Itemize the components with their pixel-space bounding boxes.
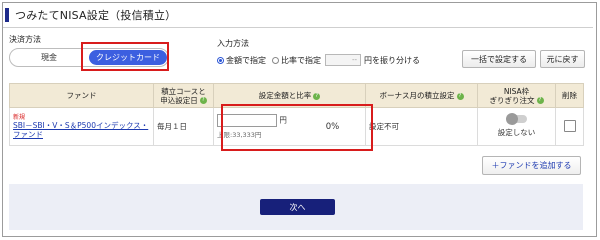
input-method-label: 入力方法 <box>217 39 249 48</box>
page-title-text: つみたてNISA設定（投信積立） <box>15 9 177 22</box>
delete-cell <box>555 107 584 146</box>
add-fund-button[interactable]: ＋ファンドを追加する <box>482 156 581 175</box>
nisa-toggle-switch[interactable] <box>505 113 527 125</box>
header-course: 積立コースと 申込設定日? <box>153 83 214 108</box>
nisa-status: 設定しない <box>497 128 536 137</box>
title-divider <box>3 27 593 28</box>
page-title: つみたてNISA設定（投信積立） <box>5 7 176 23</box>
new-badge: 新規 <box>13 114 26 121</box>
help-icon[interactable]: ? <box>536 97 544 104</box>
help-icon[interactable]: ? <box>199 97 207 104</box>
bonus-cell: 設定不可 <box>365 107 478 146</box>
input-method-radios: 金額で指定 比率で指定 -- 円を振り分ける <box>217 54 420 66</box>
fund-cell: 新規 SBI－SBI・V・S＆P500インデックス・ファンド <box>9 107 154 146</box>
nisa-cell: 設定しない <box>477 107 556 146</box>
header-nisa-line1: NISA枠 <box>503 86 530 96</box>
header-bonus-text: ボーナス月の積立設定 <box>379 91 455 100</box>
highlight-box-amount <box>221 104 373 151</box>
title-accent-bar <box>5 8 9 22</box>
header-bonus: ボーナス月の積立設定? <box>365 83 478 108</box>
radio-amount[interactable] <box>217 56 224 64</box>
help-icon[interactable]: ? <box>456 92 464 100</box>
ratio-total-input[interactable]: -- <box>325 54 361 66</box>
header-nisa-line2: ぎりぎり注文 <box>489 95 535 105</box>
course-cell: 毎月１日 <box>153 107 214 146</box>
ratio-suffix-label: 円を振り分ける <box>364 55 420 65</box>
delete-checkbox[interactable] <box>563 119 576 132</box>
bulk-set-button[interactable]: 一括で設定する <box>462 50 536 68</box>
header-course-line2: 申込設定日 <box>160 95 198 105</box>
help-icon[interactable]: ? <box>313 92 321 100</box>
header-course-line1: 積立コースと <box>161 86 206 96</box>
reset-button[interactable]: 元に戻す <box>540 50 585 68</box>
next-button[interactable]: 次へ <box>260 199 335 215</box>
fund-name-link[interactable]: SBI－SBI・V・S＆P500インデックス・ファンド <box>13 121 148 139</box>
payment-option-cash[interactable]: 現金 <box>10 49 88 66</box>
header-nisa: NISA枠 ぎりぎり注文? <box>477 83 556 108</box>
header-amount-ratio-text: 設定金額と比率 <box>258 91 312 100</box>
payment-method-label: 決済方法 <box>9 35 41 44</box>
highlight-box-payment <box>81 42 169 71</box>
header-delete: 削除 <box>555 83 584 108</box>
radio-ratio[interactable] <box>272 56 279 64</box>
header-fund: ファンド <box>9 83 154 108</box>
radio-ratio-label: 比率で指定 <box>281 55 321 65</box>
radio-amount-label: 金額で指定 <box>226 55 266 65</box>
